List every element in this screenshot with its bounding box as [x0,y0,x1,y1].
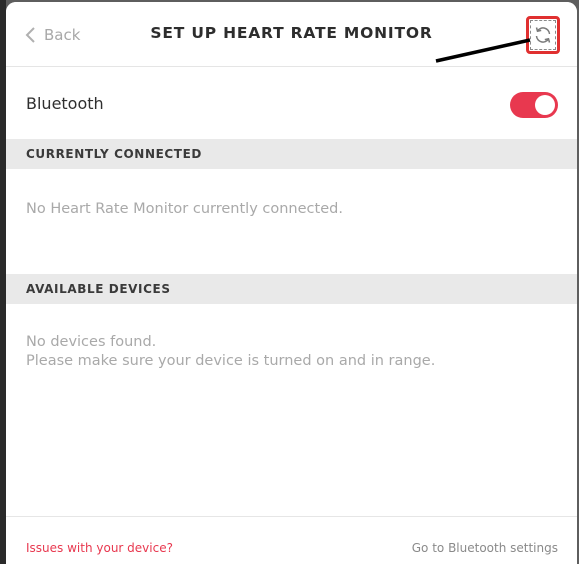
device-range-hint: Please make sure your device is turned o… [26,353,436,369]
modal-footer: Issues with your device? Go to Bluetooth… [6,516,577,564]
page-title: SET UP HEART RATE MONITOR [150,24,433,42]
refresh-icon [535,27,551,43]
available-devices-header: AVAILABLE DEVICES [6,274,577,304]
bluetooth-label: Bluetooth [26,94,104,113]
currently-connected-header: CURRENTLY CONNECTED [6,139,577,169]
bluetooth-toggle[interactable] [510,92,558,118]
bluetooth-row: Bluetooth [6,67,577,139]
refresh-focus-outline [530,20,556,50]
no-devices-message: No devices found. [26,334,157,350]
issues-with-device-link[interactable]: Issues with your device? [26,541,173,555]
available-devices-section: No devices found. Please make sure your … [6,304,577,516]
heart-rate-setup-modal: Back SET UP HEART RATE MONITOR Bluetooth… [6,2,577,564]
no-connected-device-message: No Heart Rate Monitor currently connecte… [26,201,343,217]
toggle-knob [535,95,555,115]
modal-header: Back SET UP HEART RATE MONITOR [6,2,577,67]
refresh-button[interactable] [526,16,560,54]
currently-connected-section: No Heart Rate Monitor currently connecte… [6,169,577,274]
bluetooth-settings-link[interactable]: Go to Bluetooth settings [412,541,558,555]
